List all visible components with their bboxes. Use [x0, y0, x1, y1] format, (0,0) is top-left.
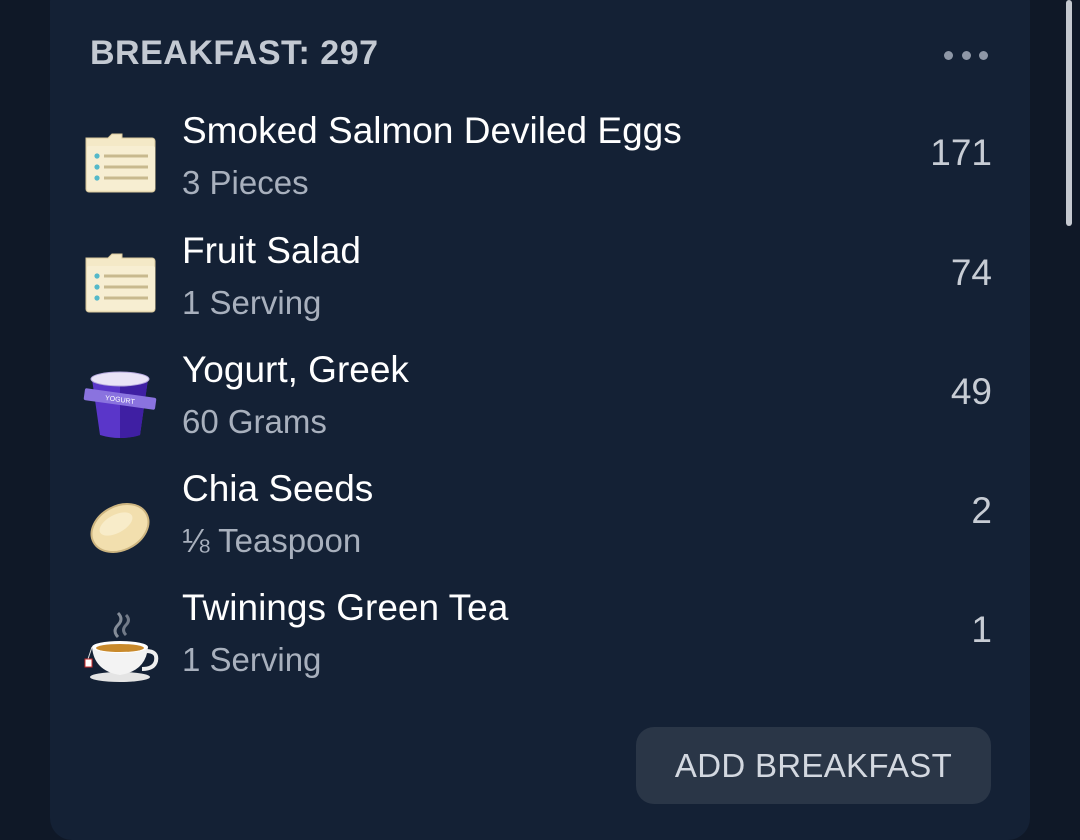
recipe-card-icon — [80, 246, 160, 326]
food-name: Fruit Salad — [182, 230, 361, 271]
add-breakfast-button[interactable]: ADD BREAKFAST — [636, 727, 991, 804]
food-calories: 171 — [930, 132, 992, 173]
more-options-button[interactable] — [944, 46, 988, 64]
meal-header: BREAKFAST: 297 — [90, 34, 379, 72]
food-item-row[interactable]: YOGURT Yogurt, Greek 60 Grams 49 — [80, 347, 1000, 457]
more-dot-icon — [979, 50, 988, 60]
scrollbar[interactable] — [1066, 0, 1072, 226]
food-name: Smoked Salmon Deviled Eggs — [182, 110, 682, 151]
food-calories: 2 — [971, 490, 992, 531]
food-quantity: 3 Pieces — [182, 164, 309, 201]
tea-cup-icon — [80, 603, 160, 683]
yogurt-cup-icon: YOGURT — [80, 365, 160, 445]
food-calories: 49 — [950, 371, 992, 412]
food-item-row[interactable]: Fruit Salad 1 Serving 74 — [80, 228, 1000, 338]
recipe-card-icon — [80, 126, 160, 206]
food-quantity: 1 Serving — [182, 284, 322, 321]
food-name: Yogurt, Greek — [182, 349, 409, 390]
food-name: Twinings Green Tea — [182, 587, 509, 628]
food-calories: 1 — [971, 609, 992, 650]
food-item-row[interactable]: Chia Seeds ⅛ Teaspoon 2 — [80, 466, 1000, 576]
food-name: Chia Seeds — [182, 468, 374, 509]
food-quantity: ⅛ Teaspoon — [182, 522, 362, 559]
food-item-row[interactable]: Twinings Green Tea 1 Serving 1 — [80, 585, 1000, 695]
food-item-row[interactable]: Smoked Salmon Deviled Eggs 3 Pieces 171 — [80, 108, 1000, 218]
seed-icon — [80, 484, 160, 564]
food-quantity: 60 Grams — [182, 403, 327, 440]
more-dot-icon — [944, 50, 953, 60]
food-quantity: 1 Serving — [182, 641, 322, 678]
more-dot-icon — [961, 50, 971, 60]
food-calories: 74 — [950, 252, 992, 293]
